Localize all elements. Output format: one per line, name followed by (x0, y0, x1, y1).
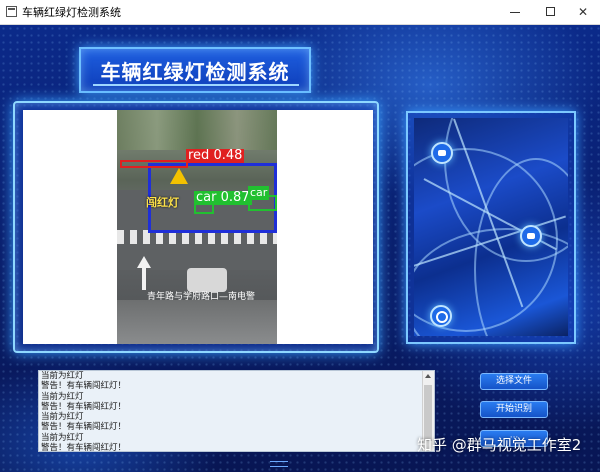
minimize-button[interactable] (498, 0, 532, 24)
detection-label-car-2: car (248, 186, 270, 200)
watermark: 知乎 @群马视觉工作室2 (417, 436, 582, 454)
log-line: 警告！有车辆闯红灯！ (41, 401, 127, 412)
log-line: 当前为红灯 (41, 412, 84, 423)
log-line: 警告！有车辆闯红灯！ (41, 443, 127, 452)
detection-label-car-1: car 0.87 (194, 190, 252, 205)
road-arrow-icon (137, 256, 151, 290)
detection-label-red: red 0.48 (186, 148, 245, 163)
video-caption: 青年路与学府路口—南电警 (147, 292, 256, 302)
log-line: 当前为红灯 (41, 371, 84, 381)
scroll-thumb[interactable] (424, 385, 432, 441)
window-titlebar: 车辆红绿灯检测系统 ✕ (0, 0, 600, 25)
window-title: 车辆红绿灯检测系统 (22, 6, 121, 19)
log-textarea[interactable]: 当前为红灯 警告！有车辆闯红灯！ 当前为红灯 警告！有车辆闯红灯！ 当前为红灯 … (38, 370, 435, 452)
page-title: 车辆红绿灯检测系统 (100, 60, 290, 84)
log-line: 警告！有车辆闯红灯！ (41, 422, 127, 433)
log-lines: 当前为红灯 警告！有车辆闯红灯！ 当前为红灯 警告！有车辆闯红灯！ 当前为红灯 … (41, 371, 127, 452)
select-file-button[interactable]: 选择文件 (480, 373, 548, 390)
title-underline (93, 84, 299, 86)
log-line: 当前为红灯 (41, 432, 84, 443)
car-icon (431, 142, 453, 164)
close-button[interactable]: ✕ (566, 0, 600, 24)
violation-label: 闯红灯 (146, 196, 179, 209)
app-header: 车辆红绿灯检测系统 (79, 47, 311, 93)
warning-icon (170, 168, 188, 184)
bottom-grip (270, 461, 288, 467)
log-line: 警告！有车辆闯红灯！ (41, 381, 127, 392)
search-icon (430, 305, 452, 327)
log-line: 当前为红灯 (41, 391, 84, 402)
start-recognition-button[interactable]: 开始识别 (480, 401, 548, 418)
scroll-up-icon[interactable] (425, 374, 431, 378)
app-icon (6, 6, 17, 17)
scene-foreground (117, 300, 277, 344)
maximize-button[interactable] (534, 0, 568, 24)
scene-trees (117, 110, 277, 150)
traffic-light-box (120, 160, 188, 168)
bus-icon (520, 225, 542, 247)
